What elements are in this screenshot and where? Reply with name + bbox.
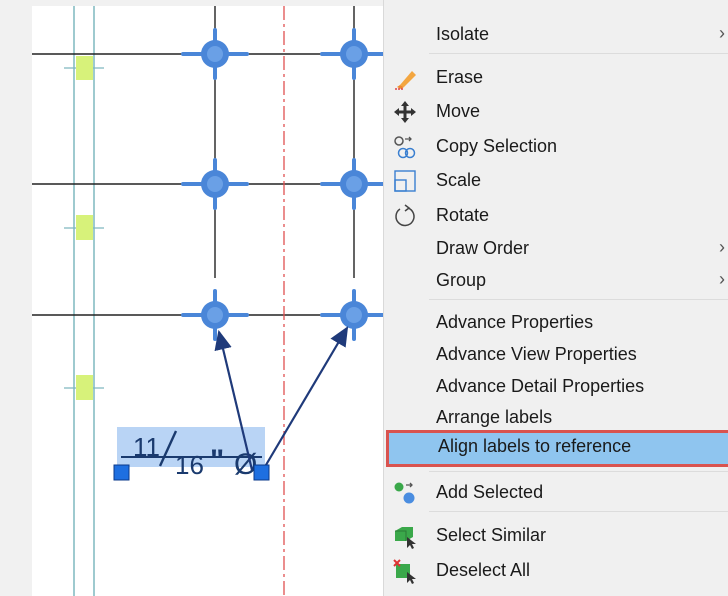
menu-item-label: Scale — [436, 170, 482, 190]
eraser-icon — [392, 65, 418, 91]
submenu-arrow-icon: › — [719, 269, 725, 289]
menu-item-label: Select Similar — [436, 525, 547, 545]
deselect-all-icon — [392, 558, 418, 584]
menu-separator — [429, 471, 728, 472]
menu-item-label: Move — [436, 101, 481, 121]
menu-item-isolate[interactable]: Isolate › — [384, 18, 728, 50]
copy-selection-icon — [392, 134, 418, 160]
scale-icon — [392, 168, 418, 194]
menu-item-label: Draw Order — [436, 238, 530, 258]
menu-item-label: Erase — [436, 67, 484, 87]
menu-item-label: Advance Properties — [436, 312, 594, 332]
menu-item-label: Isolate — [436, 24, 490, 44]
menu-item-rotate[interactable]: Rotate — [384, 199, 728, 231]
menu-item-draw-order[interactable]: Draw Order › — [384, 232, 728, 264]
menu-item-advance-view-properties[interactable]: Advance View Properties — [384, 338, 728, 370]
menu-item-scale[interactable]: Scale — [384, 164, 728, 196]
grip-handle-left[interactable] — [113, 464, 130, 481]
menu-item-label: Rotate — [436, 205, 490, 225]
select-similar-icon — [392, 523, 418, 549]
menu-item-label: Copy Selection — [436, 136, 558, 156]
drawing-canvas[interactable]: 11 16 " Ø — [0, 0, 383, 596]
menu-item-copy-selection[interactable]: Copy Selection — [384, 130, 728, 162]
drawing-svg[interactable]: 11 16 " Ø — [0, 0, 383, 596]
menu-item-label: Align labels to reference — [438, 436, 632, 456]
menu-item-move[interactable]: Move — [384, 95, 728, 127]
menu-item-advance-detail-properties[interactable]: Advance Detail Properties — [384, 370, 728, 402]
move-icon — [392, 99, 418, 125]
menu-item-label: Group — [436, 270, 487, 290]
menu-separator — [429, 511, 728, 512]
dimension-inch-mark: " — [210, 444, 224, 477]
menu-separator — [429, 53, 728, 54]
menu-item-group[interactable]: Group › — [384, 264, 728, 296]
menu-item-add-selected[interactable]: Add Selected — [384, 476, 728, 508]
menu-item-align-labels-to-reference[interactable]: Align labels to reference — [386, 430, 728, 467]
menu-item-deselect-all[interactable]: Deselect All — [384, 554, 728, 586]
menu-item-label: Arrange labels — [436, 407, 553, 427]
dimension-denominator: 16 — [175, 450, 204, 480]
drawing-sheet — [32, 6, 383, 596]
menu-item-label: Advance View Properties — [436, 344, 637, 364]
rotate-icon — [392, 203, 418, 229]
menu-item-label: Deselect All — [436, 560, 531, 580]
add-selected-icon — [392, 480, 418, 506]
menu-item-arrange-labels[interactable]: Arrange labels — [384, 401, 728, 433]
menu-item-label: Add Selected — [436, 482, 544, 502]
context-menu: Isolate › Erase Move Copy Selection Scal… — [383, 0, 728, 596]
menu-item-label: Advance Detail Properties — [436, 376, 645, 396]
menu-separator — [429, 299, 728, 300]
submenu-arrow-icon: › — [719, 237, 725, 257]
menu-item-select-similar[interactable]: Select Similar — [384, 519, 728, 551]
menu-item-advance-properties[interactable]: Advance Properties — [384, 306, 728, 338]
submenu-arrow-icon: › — [719, 23, 725, 43]
menu-item-erase[interactable]: Erase — [384, 61, 728, 93]
grip-handle-right[interactable] — [253, 464, 270, 481]
